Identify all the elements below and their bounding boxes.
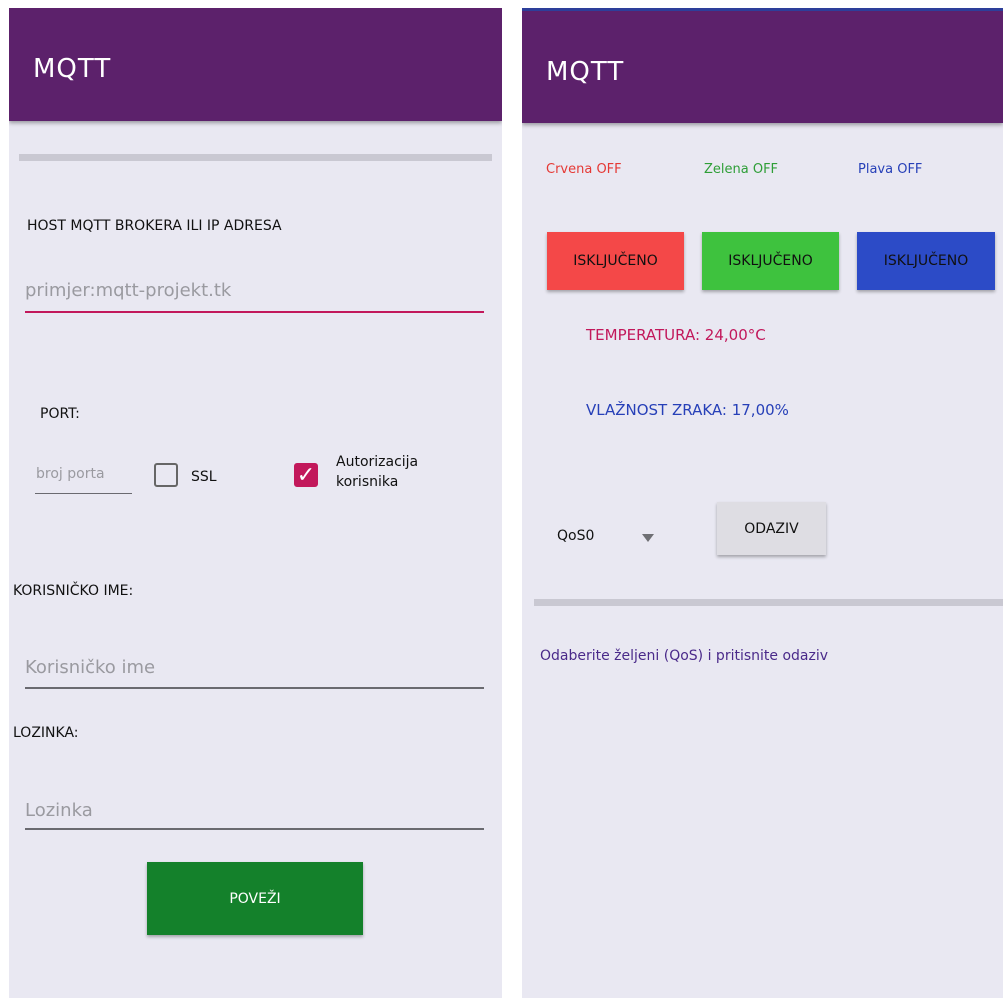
connect-button[interactable]: POVEŽI	[147, 862, 363, 935]
host-label: HOST MQTT BROKERA ILI IP ADRESA	[27, 218, 282, 234]
app-title: MQTT	[546, 57, 625, 87]
red-toggle-label: ISKLJUČENO	[573, 253, 658, 269]
username-input[interactable]: Korisničko ime	[25, 657, 155, 678]
green-toggle-label: ISKLJUČENO	[728, 253, 813, 269]
qos-select[interactable]: QoS0	[557, 528, 594, 544]
dropdown-arrow-icon[interactable]	[642, 534, 654, 542]
section-divider	[534, 599, 1003, 606]
blue-led-status: Plava OFF	[858, 162, 923, 177]
auth-label-line2: korisnika	[336, 474, 399, 490]
password-label: LOZINKA:	[13, 725, 79, 741]
connection-screen: MQTT HOST MQTT BROKERA ILI IP ADRESA pri…	[9, 8, 502, 998]
password-input[interactable]: Lozinka	[25, 800, 93, 821]
temperature-readout: TEMPERATURA: 24,00°C	[586, 326, 766, 344]
auth-checkbox[interactable]: ✓	[294, 463, 318, 487]
username-label: KORISNIČKO IME:	[13, 583, 134, 599]
connect-button-label: POVEŽI	[229, 890, 281, 907]
blue-toggle-button[interactable]: ISKLJUČENO	[857, 232, 995, 290]
host-input-underline	[25, 311, 484, 313]
ssl-label: SSL	[191, 469, 217, 485]
app-bar: MQTT	[522, 8, 1003, 123]
red-led-status: Crvena OFF	[546, 162, 622, 177]
control-screen: MQTT Crvena OFF Zelena OFF Plava OFF ISK…	[522, 8, 1003, 998]
blue-toggle-label: ISKLJUČENO	[883, 253, 969, 269]
green-led-status: Zelena OFF	[704, 162, 779, 177]
host-input[interactable]: primjer:mqtt-projekt.tk	[25, 280, 231, 301]
green-toggle-button[interactable]: ISKLJUČENO	[702, 232, 839, 290]
response-button-label: ODAZIV	[744, 520, 799, 537]
password-input-underline	[25, 828, 484, 830]
check-icon: ✓	[296, 463, 316, 488]
app-bar: MQTT	[9, 8, 502, 121]
humidity-readout: VLAŽNOST ZRAKA: 17,00%	[586, 401, 789, 419]
response-button[interactable]: ODAZIV	[717, 502, 826, 555]
red-toggle-button[interactable]: ISKLJUČENO	[547, 232, 684, 290]
progress-divider	[19, 154, 492, 161]
app-title: MQTT	[33, 54, 112, 84]
port-input-underline	[35, 493, 132, 494]
ssl-checkbox[interactable]	[154, 463, 178, 487]
username-input-underline	[25, 687, 484, 689]
port-input[interactable]: broj porta	[36, 466, 105, 482]
response-message: Odaberite željeni (QoS) i pritisnite oda…	[540, 648, 829, 664]
port-label: PORT:	[40, 406, 80, 422]
auth-label-line1: Autorizacija	[336, 454, 419, 470]
